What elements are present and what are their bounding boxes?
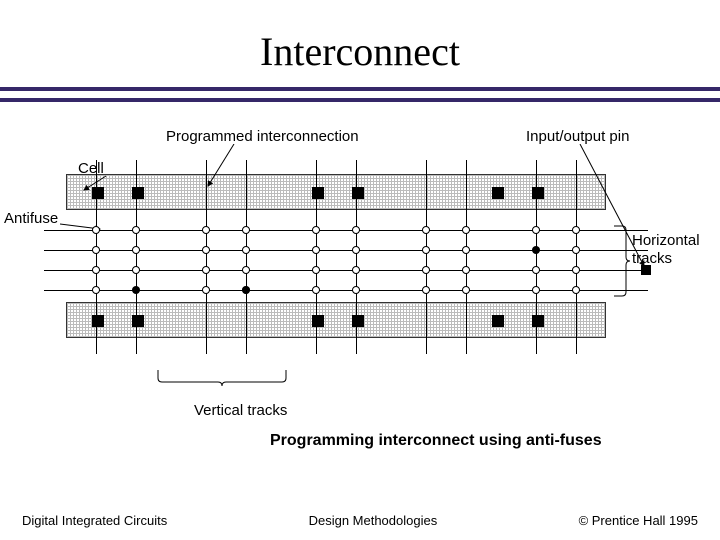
cell-block	[492, 315, 504, 327]
footer-center: Design Methodologies	[309, 513, 438, 528]
cell-block	[352, 187, 364, 199]
antifuse-open	[532, 226, 540, 234]
vertical-track	[246, 160, 247, 354]
antifuse-open	[422, 266, 430, 274]
antifuse-open	[422, 226, 430, 234]
caption: Programming interconnect using anti-fuse…	[270, 432, 602, 450]
antifuse-open	[352, 266, 360, 274]
antifuse-open	[92, 226, 100, 234]
antifuse-open	[572, 226, 580, 234]
slide-title: Interconnect	[0, 0, 720, 85]
antifuse-open	[462, 266, 470, 274]
antifuse-open	[532, 286, 540, 294]
connection-dot	[242, 286, 250, 294]
antifuse-open	[132, 266, 140, 274]
vertical-track	[96, 160, 97, 354]
antifuse-open	[352, 286, 360, 294]
antifuse-open	[462, 226, 470, 234]
cell-block	[132, 315, 144, 327]
cell-block	[312, 187, 324, 199]
vertical-track	[206, 160, 207, 354]
rule-bottom	[0, 98, 720, 102]
label-vertical-tracks: Vertical tracks	[194, 402, 287, 419]
antifuse-open	[202, 226, 210, 234]
diagram: Programmed interconnection Input/output …	[46, 122, 674, 437]
vertical-track	[426, 160, 427, 354]
antifuse-open	[92, 266, 100, 274]
cell-block	[132, 187, 144, 199]
antifuse-open	[202, 286, 210, 294]
antifuse-open	[572, 246, 580, 254]
antifuse-open	[572, 286, 580, 294]
arrow-io-pin	[570, 144, 650, 274]
cell-row-bottom	[66, 302, 606, 338]
antifuse-open	[312, 246, 320, 254]
label-programmed-interconnection: Programmed interconnection	[166, 128, 359, 145]
antifuse-open	[92, 246, 100, 254]
antifuse-open	[572, 266, 580, 274]
footer-right: © Prentice Hall 1995	[579, 513, 698, 528]
antifuse-programmed	[532, 246, 540, 254]
antifuse-open	[242, 226, 250, 234]
rule-top	[0, 87, 720, 91]
antifuse-open	[532, 266, 540, 274]
antifuse-open	[242, 246, 250, 254]
cell-block	[532, 315, 544, 327]
io-pin-square	[641, 265, 651, 275]
cell-block	[352, 315, 364, 327]
vertical-track	[576, 160, 577, 354]
label-io-pin: Input/output pin	[526, 128, 629, 145]
vertical-track	[136, 160, 137, 354]
cell-block	[492, 187, 504, 199]
antifuse-open	[312, 226, 320, 234]
antifuse-open	[352, 226, 360, 234]
antifuse-open	[352, 246, 360, 254]
vertical-track	[316, 160, 317, 354]
antifuse-open	[202, 246, 210, 254]
antifuse-open	[312, 286, 320, 294]
antifuse-open	[132, 226, 140, 234]
arrow-cell	[82, 174, 118, 194]
label-antifuse: Antifuse	[4, 210, 58, 227]
arrow-programmed-interconnection	[206, 144, 246, 194]
footer: Digital Integrated Circuits Design Metho…	[0, 513, 720, 528]
antifuse-open	[92, 286, 100, 294]
antifuse-open	[132, 246, 140, 254]
cell-block	[92, 315, 104, 327]
antifuse-open	[422, 246, 430, 254]
vertical-track	[356, 160, 357, 354]
antifuse-open	[202, 266, 210, 274]
bracket-vertical-tracks	[154, 370, 294, 394]
antifuse-open	[242, 266, 250, 274]
vertical-track	[536, 160, 537, 354]
cell-block	[532, 187, 544, 199]
rule-gap	[0, 93, 720, 96]
vertical-track	[466, 160, 467, 354]
antifuse-open	[422, 286, 430, 294]
cell-block	[312, 315, 324, 327]
antifuse-open	[312, 266, 320, 274]
cell-row-top	[66, 174, 606, 210]
antifuse-open	[462, 286, 470, 294]
footer-left: Digital Integrated Circuits	[22, 513, 167, 528]
antifuse-programmed	[132, 286, 140, 294]
antifuse-open	[462, 246, 470, 254]
